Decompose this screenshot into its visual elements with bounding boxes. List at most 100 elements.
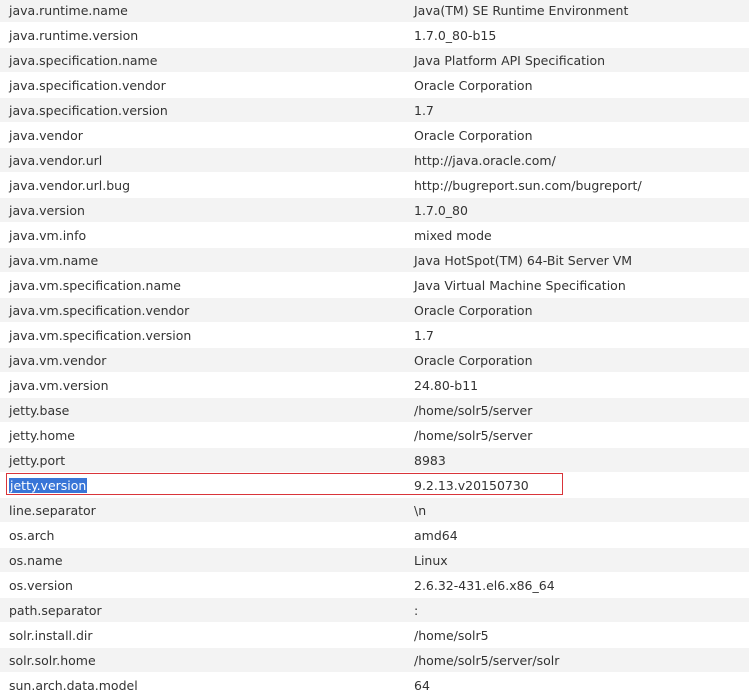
property-key: jetty.version (9, 473, 88, 498)
property-value: 1.7.0_80-b15 (414, 28, 497, 43)
property-row: java.vendor Oracle Corporation (0, 122, 749, 147)
property-row: java.version 1.7.0_80 (0, 197, 749, 222)
property-key-text: os.name (9, 553, 63, 568)
property-value: Oracle Corporation (414, 353, 533, 368)
property-key: solr.install.dir (9, 623, 93, 648)
property-row: java.vm.specification.name Java Virtual M… (0, 272, 749, 297)
property-key-text: sun.arch.data.model (9, 678, 138, 693)
property-key-text: java.specification.vendor (9, 78, 166, 93)
property-value: /home/solr5/server (414, 403, 533, 418)
property-value: /home/solr5 (414, 628, 489, 643)
property-key-text: java.vendor.url.bug (9, 178, 131, 193)
property-key-text: jetty.port (9, 453, 66, 468)
property-row: jetty.port 8983 (0, 447, 749, 472)
property-key-text: java.vm.specification.vendor (9, 303, 190, 318)
property-row: line.separator \n (0, 497, 749, 522)
property-row: sun.arch.data.model 64 (0, 672, 749, 693)
property-key: jetty.home (9, 423, 75, 448)
property-key-text: java.version (9, 203, 85, 218)
property-row: os.arch amd64 (0, 522, 749, 547)
property-row: java.vm.vendor Oracle Corporation (0, 347, 749, 372)
property-value: Oracle Corporation (414, 128, 533, 143)
property-key-text: os.arch (9, 528, 55, 543)
property-value: 1.7.0_80 (414, 203, 468, 218)
property-value: 24.80-b11 (414, 378, 479, 393)
property-value: Java Platform API Specification (414, 53, 606, 68)
property-value: Linux (414, 553, 448, 568)
property-value: /home/solr5/server/solr (414, 653, 560, 668)
property-key: java.vm.specification.version (9, 323, 191, 348)
property-row: java.vm.version 24.80-b11 (0, 372, 749, 397)
property-key-text: java.vendor.url (9, 153, 103, 168)
property-key-text: jetty.home (9, 428, 75, 443)
property-key-text: java.vm.info (9, 228, 87, 243)
property-value: 1.7 (414, 103, 434, 118)
property-key-text: java.specification.name (9, 53, 158, 68)
property-key-text: java.vendor (9, 128, 83, 143)
property-key-text: jetty.base (9, 403, 70, 418)
property-key-text: java.runtime.name (9, 3, 128, 18)
property-key: java.vm.info (9, 223, 86, 248)
property-value: 2.6.32-431.el6.x86_64 (414, 578, 555, 593)
property-key: java.vendor.url.bug (9, 173, 130, 198)
property-key: jetty.base (9, 398, 69, 423)
property-key-text: java.vm.specification.version (9, 328, 192, 343)
property-key: java.vendor.url (9, 148, 102, 173)
property-key-text: solr.install.dir (9, 628, 93, 643)
property-value: Java(TM) SE Runtime Environment (414, 3, 629, 18)
property-row: java.vendor.url http://java.oracle.com/ (0, 147, 749, 172)
property-key: java.version (9, 198, 85, 223)
property-key: path.separator (9, 598, 102, 623)
property-key-text: java.vm.specification.name (9, 278, 181, 293)
property-key: os.arch (9, 523, 54, 548)
property-value: mixed mode (414, 228, 492, 243)
property-value: \n (414, 503, 427, 518)
property-key: java.vm.name (9, 248, 98, 273)
property-row: java.vm.specification.vendor Oracle Corpo… (0, 297, 749, 322)
property-key-text: line.separator (9, 503, 96, 518)
property-value: 9.2.13.v20150730 (414, 478, 529, 493)
property-key: java.runtime.name (9, 0, 128, 23)
property-key: java.specification.name (9, 48, 157, 73)
property-key: jetty.port (9, 448, 65, 473)
property-value: Oracle Corporation (414, 78, 533, 93)
property-key-text: java.vm.version (9, 378, 109, 393)
property-value: /home/solr5/server (414, 428, 533, 443)
property-key: os.name (9, 548, 63, 573)
property-row: jetty.base/home/solr5/server (0, 397, 749, 422)
property-key-text: java.vm.name (9, 253, 99, 268)
property-row: java.runtime.name Java(TM) SE Runtime Env… (0, 0, 749, 22)
property-row: java.vm.specification.version 1.7 (0, 322, 749, 347)
property-key: java.runtime.version (9, 23, 138, 48)
property-value: http://java.oracle.com/ (414, 153, 556, 168)
property-value: : (414, 603, 419, 618)
property-row: java.runtime.version 1.7.0_80-b15 (0, 22, 749, 47)
property-row: solr.solr.home/home/solr5/server/solr (0, 647, 749, 672)
property-row: java.specification.version 1.7 (0, 97, 749, 122)
property-value: http://bugreport.sun.com/bugreport/ (414, 178, 642, 193)
system-properties-list: java.runtime.name Java(TM) SE Runtime Env… (0, 0, 749, 693)
property-row: java.vm.info mixed mode (0, 222, 749, 247)
property-row: jetty.version 9.2.13.v20150730 (0, 472, 749, 497)
property-row: java.specification.name Java Platform API… (0, 47, 749, 72)
property-key-text: jetty.version (9, 478, 88, 493)
property-value: 64 (414, 678, 430, 693)
property-key-text: java.vm.vendor (9, 353, 107, 368)
property-key: java.vm.vendor (9, 348, 106, 373)
property-key-text: path.separator (9, 603, 102, 618)
property-value: amd64 (414, 528, 458, 543)
property-row: os.version 2.6.32-431.el6.x86_64 (0, 572, 749, 597)
property-value: Java Virtual Machine Specification (414, 278, 626, 293)
property-value: 1.7 (414, 328, 434, 343)
property-value: 8983 (414, 453, 446, 468)
property-value: Java HotSpot(TM) 64-Bit Server VM (414, 253, 633, 268)
property-key-text: java.specification.version (9, 103, 168, 118)
property-row: java.vm.name Java HotSpot(TM) 64-Bit Serv… (0, 247, 749, 272)
property-key: os.version (9, 573, 73, 598)
property-key: java.vm.specification.name (9, 273, 181, 298)
property-row: path.separator: (0, 597, 749, 622)
property-key: java.specification.version (9, 98, 168, 123)
property-row: jetty.home/home/solr5/server (0, 422, 749, 447)
property-key: java.vendor (9, 123, 83, 148)
property-key: java.specification.vendor (9, 73, 166, 98)
